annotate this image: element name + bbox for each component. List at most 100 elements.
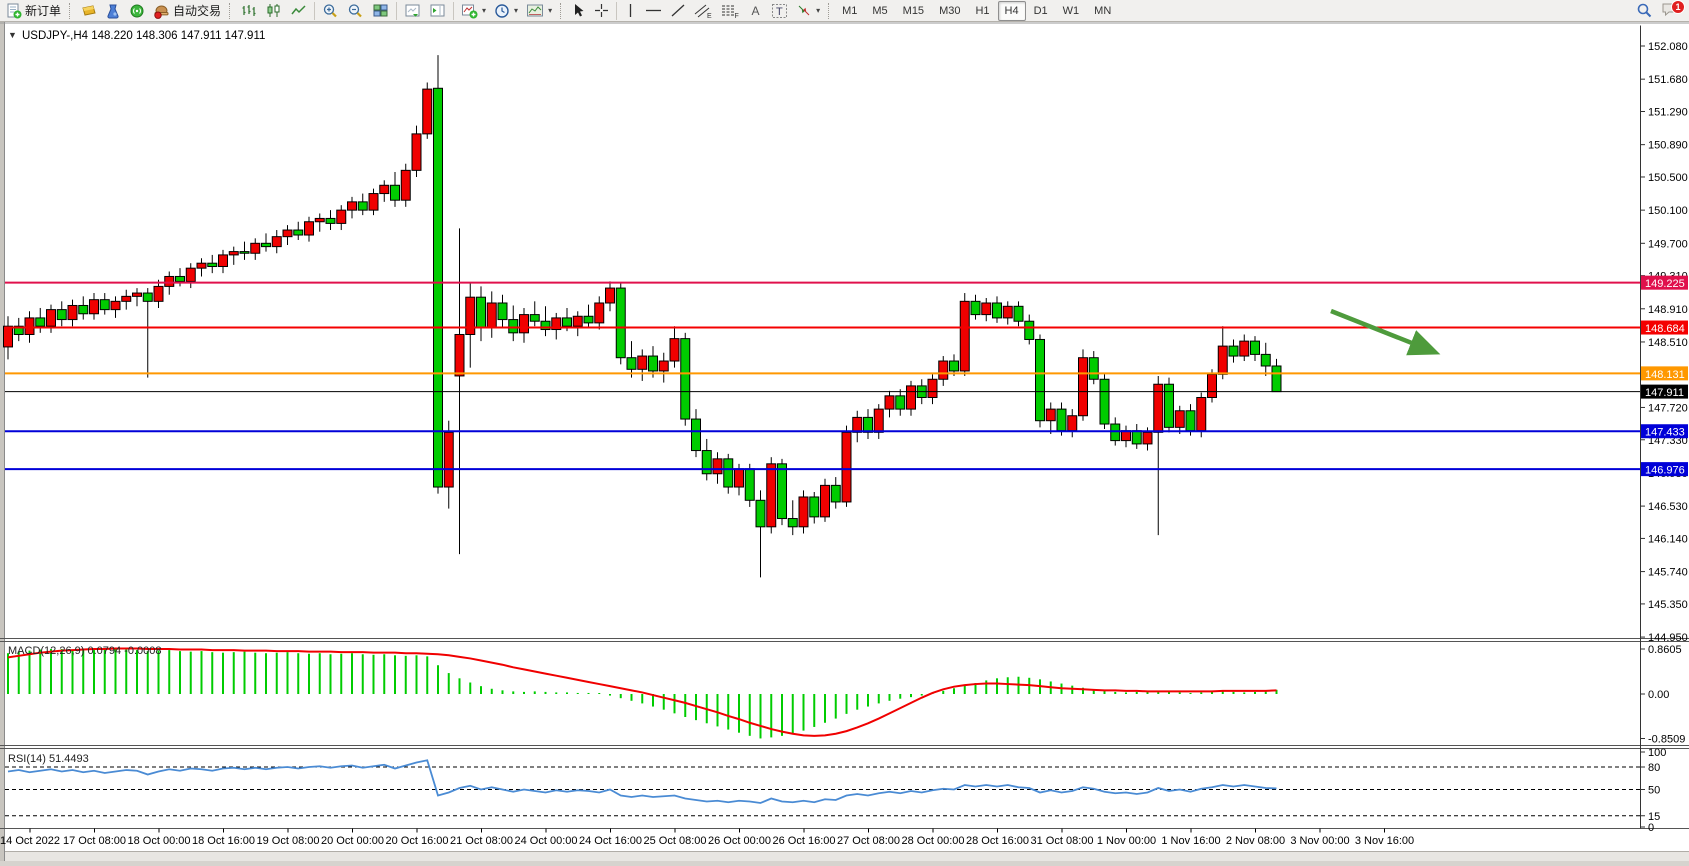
fibonacci-tool-button[interactable]: F — [717, 0, 744, 22]
candle — [434, 88, 443, 487]
text-tool-button[interactable]: A — [744, 0, 767, 22]
zoom-in-icon — [322, 3, 339, 19]
candle — [1046, 409, 1055, 421]
rsi-tick-label: 0 — [1648, 822, 1654, 834]
tab-timeframe-m15[interactable]: M15 — [896, 1, 931, 21]
toolbar-grip — [560, 3, 563, 19]
arrows-tool-button[interactable]: ▾ — [792, 0, 824, 22]
toolbar-grip — [229, 3, 232, 19]
svg-text:148.684: 148.684 — [1645, 323, 1685, 335]
notifications-button[interactable]: 1 — [1661, 1, 1683, 21]
rsi-tick-label: 80 — [1648, 762, 1660, 774]
periods-button[interactable]: ▾ — [490, 0, 522, 22]
search-button[interactable] — [1632, 0, 1657, 22]
macd-tick-label: 0.8605 — [1648, 644, 1682, 656]
time-tick-label: 19 Oct 08:00 — [257, 835, 320, 847]
candle — [1229, 346, 1238, 356]
candle — [1057, 409, 1066, 431]
tab-timeframe-m5[interactable]: M5 — [865, 1, 894, 21]
time-tick-label: 28 Oct 16:00 — [966, 835, 1029, 847]
chevron-down-icon: ▾ — [514, 6, 518, 15]
candle — [960, 301, 969, 371]
tab-timeframe-w1[interactable]: W1 — [1056, 1, 1087, 21]
candle — [950, 361, 959, 371]
metaeditor-button[interactable] — [76, 0, 101, 22]
macd-tick-label: 0.00 — [1648, 689, 1669, 701]
toolbar-separator — [314, 2, 315, 20]
candle — [219, 255, 228, 267]
time-tick-label: 24 Oct 16:00 — [579, 835, 642, 847]
new-order-button[interactable]: 新订单 — [2, 0, 65, 22]
candle-chart-mode-button[interactable] — [261, 0, 286, 22]
candle — [272, 237, 281, 247]
hline-tool-button[interactable] — [641, 0, 666, 22]
candle — [659, 361, 668, 371]
tab-timeframe-m30[interactable]: M30 — [932, 1, 967, 21]
candle — [939, 361, 948, 379]
trendline-tool-button[interactable] — [666, 0, 690, 22]
chevron-down-icon: ▾ — [816, 6, 820, 15]
candle — [197, 263, 206, 268]
macd-label: MACD(12,26,9) 0.0794 -0.0008 — [8, 645, 161, 657]
crosshair-icon — [594, 3, 609, 18]
candle — [47, 310, 56, 327]
candle — [842, 432, 851, 502]
tab-timeframe-h4[interactable]: H4 — [998, 1, 1026, 21]
tab-timeframe-h1[interactable]: H1 — [968, 1, 996, 21]
line-chart-mode-button[interactable] — [286, 0, 311, 22]
time-tick-label: 14 Oct 2022 — [0, 835, 60, 847]
time-tick-label: 20 Oct 00:00 — [321, 835, 384, 847]
rsi-tick-label: 50 — [1648, 785, 1660, 797]
zoom-out-button[interactable] — [343, 0, 368, 22]
time-tick-label: 26 Oct 16:00 — [773, 835, 836, 847]
candle — [391, 185, 400, 200]
candle — [466, 297, 475, 334]
price-tick-label: 151.680 — [1648, 74, 1688, 86]
channel-tool-button[interactable]: E — [690, 0, 717, 22]
tester-flask-icon — [105, 3, 121, 19]
chart-canvas[interactable]: 152.080151.680151.290150.890150.500150.1… — [0, 22, 1689, 861]
chart-window[interactable]: 152.080151.680151.290150.890150.500150.1… — [0, 22, 1689, 861]
candle — [864, 417, 873, 432]
candle — [358, 202, 367, 210]
candle — [1079, 358, 1088, 416]
candle — [788, 519, 797, 527]
candle — [154, 286, 163, 301]
signals-button[interactable] — [125, 0, 149, 22]
chart-title: USDJPY-,H4 148.220 148.306 147.911 147.9… — [22, 30, 265, 42]
cursor-tool-button[interactable] — [567, 0, 590, 22]
autotrading-button[interactable]: 自动交易 — [149, 0, 225, 22]
candle — [1036, 339, 1045, 420]
collapse-arrow-icon[interactable]: ▼ — [8, 30, 17, 40]
auto-scroll-button[interactable] — [400, 0, 425, 22]
candle — [1003, 306, 1012, 318]
candle — [111, 301, 120, 309]
crosshair-tool-button[interactable] — [590, 0, 613, 22]
price-tick-label: 146.530 — [1648, 501, 1688, 513]
templates-button[interactable]: ▾ — [522, 0, 556, 22]
candle — [57, 310, 66, 320]
svg-text:149.225: 149.225 — [1645, 278, 1685, 290]
bar-chart-mode-button[interactable] — [236, 0, 261, 22]
tab-timeframe-d1[interactable]: D1 — [1027, 1, 1055, 21]
candle — [681, 339, 690, 419]
zoom-in-button[interactable] — [318, 0, 343, 22]
tab-timeframe-m1[interactable]: M1 — [835, 1, 864, 21]
candle — [143, 293, 152, 301]
vline-tool-button[interactable] — [620, 0, 641, 22]
indicators-button[interactable]: ▾ — [457, 0, 490, 22]
tab-timeframe-mn[interactable]: MN — [1087, 1, 1118, 21]
time-tick-label: 2 Nov 08:00 — [1226, 835, 1285, 847]
candlestick-icon — [265, 3, 282, 18]
svg-text:147.433: 147.433 — [1645, 427, 1685, 439]
candle — [337, 210, 346, 223]
strategy-tester-button[interactable] — [101, 0, 125, 22]
chart-shift-button[interactable] — [425, 0, 450, 22]
candle — [294, 230, 303, 235]
tile-windows-button[interactable] — [368, 0, 393, 22]
candle — [36, 318, 45, 326]
label-tool-button[interactable]: T — [767, 0, 792, 22]
candle — [79, 305, 88, 313]
candle — [1175, 411, 1184, 428]
toolbar-grip — [828, 3, 831, 19]
